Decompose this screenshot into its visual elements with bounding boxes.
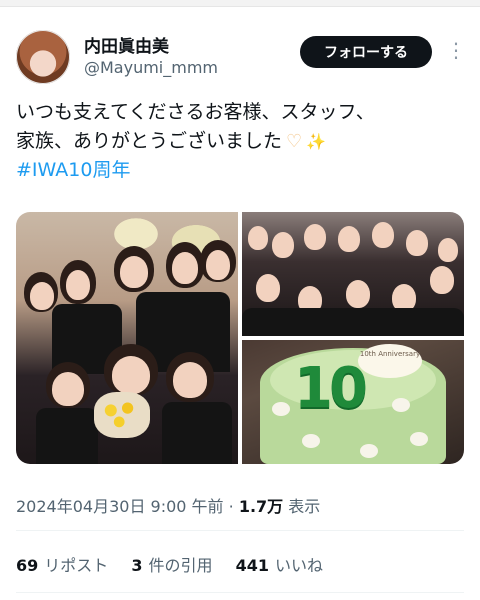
avatar[interactable] xyxy=(16,30,70,84)
tweet-line-2-text: 家族、ありがとうございました xyxy=(16,130,283,152)
tweet-meta: 2024年04月30日 9:00 午前 · 1.7万 表示 xyxy=(16,493,320,517)
cake-number: 10 xyxy=(294,356,368,421)
views-count: 1.7万 xyxy=(238,497,284,516)
tweet-text: いつも支えてくださるお客様、スタッフ、 家族、ありがとうございました ♡ ✨ #IW… xyxy=(16,98,468,185)
top-bar-edge xyxy=(0,0,480,7)
hashtag-link[interactable]: #IWA10周年 xyxy=(16,156,468,185)
likes-label: いいね xyxy=(275,556,324,575)
reposts-count: 69 xyxy=(16,556,39,575)
views-label: 表示 xyxy=(288,497,321,516)
tweet-line-1: いつも支えてくださるお客様、スタッフ、 xyxy=(16,101,375,123)
timestamp[interactable]: 2024年04月30日 9:00 午前 xyxy=(16,497,224,516)
group-photo-2[interactable] xyxy=(242,212,464,336)
quotes-label: 件の引用 xyxy=(148,556,213,575)
likes-count: 441 xyxy=(235,556,270,575)
reposts-label: リポスト xyxy=(44,556,109,575)
quotes-stat[interactable]: 3 件の引用 xyxy=(131,556,212,575)
anniversary-cake-photo[interactable]: 10 10th Anniversary xyxy=(242,340,464,464)
meta-separator: · xyxy=(228,497,234,516)
follow-button[interactable]: フォローする xyxy=(300,36,432,68)
media-grid: 10 10th Anniversary xyxy=(16,212,464,464)
display-name[interactable]: 内田眞由美 xyxy=(84,32,169,57)
reposts-stat[interactable]: 69 リポスト xyxy=(16,556,108,575)
bouquet xyxy=(94,392,150,438)
quotes-count: 3 xyxy=(131,556,143,575)
engagement-stats: 69 リポスト 3 件の引用 441 いいね xyxy=(16,552,341,576)
likes-stat[interactable]: 441 いいね xyxy=(236,556,323,575)
sparkles-icon: ✨ xyxy=(306,132,327,151)
more-icon[interactable]: ⋮ xyxy=(446,40,466,60)
group-photo-1[interactable] xyxy=(16,212,238,464)
divider-bottom xyxy=(16,592,464,593)
cake-plaque: 10th Anniversary xyxy=(358,344,422,378)
heart-hands-icon: ♡ xyxy=(286,131,303,152)
divider xyxy=(16,530,464,531)
tweet-line-2: 家族、ありがとうございました ♡ ✨ xyxy=(16,127,468,156)
user-handle[interactable]: @Mayumi_mmm xyxy=(84,58,218,77)
